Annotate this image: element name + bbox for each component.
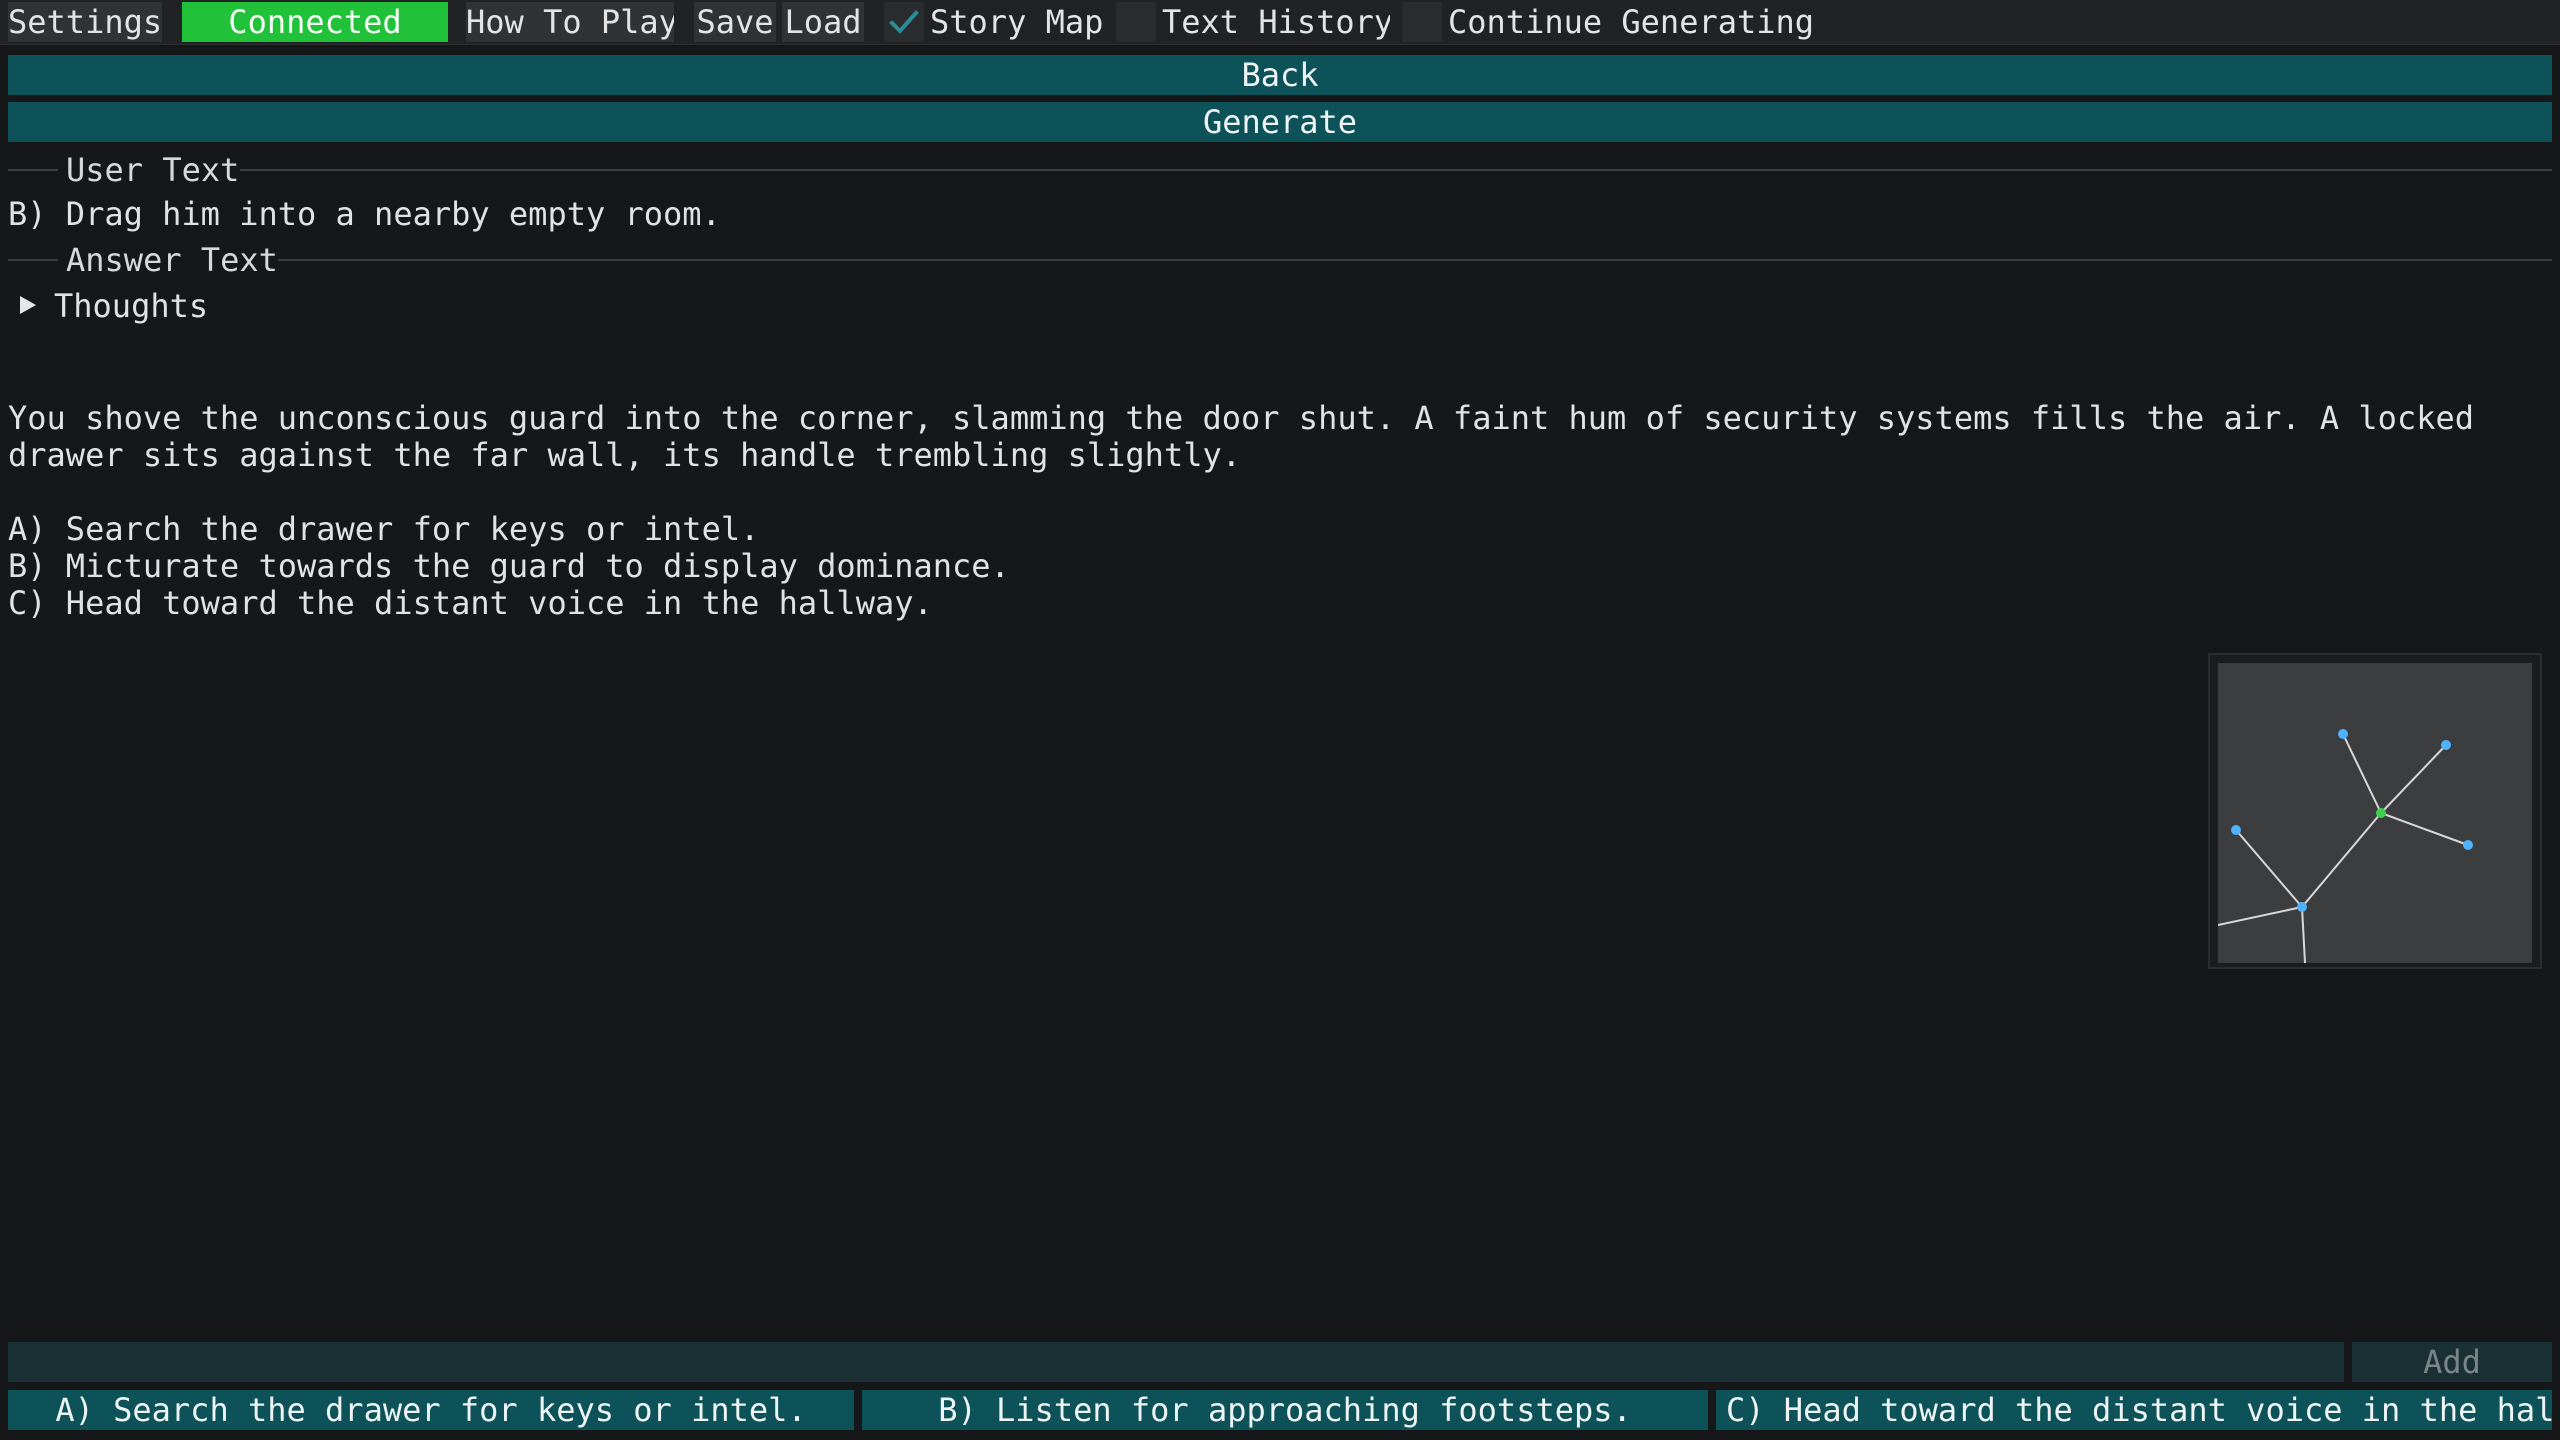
load-button[interactable]: Load [782,2,864,42]
answer-option-b: B) Micturate towards the guard to displa… [8,547,1010,585]
choice-button-c[interactable]: C) Head toward the distant voice in the … [1716,1390,2552,1430]
story-map-checkbox[interactable]: Story Map [884,2,1104,42]
checkbox-unchecked-icon [1402,2,1442,42]
connection-status-button[interactable]: Connected [182,2,448,42]
save-button[interactable]: Save [694,2,776,42]
story-map-edge [2301,906,2306,963]
user-text-separator: User Text [8,150,2552,190]
checkbox-unchecked-icon [1116,2,1156,42]
text-history-label: Text History [1162,3,1390,41]
answer-text: You shove the unconscious guard into the… [8,400,2548,622]
story-map-edge [2380,812,2469,846]
expand-triangle-icon [20,296,36,314]
answer-paragraph: You shove the unconscious guard into the… [8,399,2494,474]
story-map-canvas[interactable] [2218,663,2532,963]
story-map-current-node [2376,808,2386,818]
story-map-node [2297,902,2307,912]
answer-text-separator: Answer Text [8,240,2552,280]
answer-option-a: A) Search the drawer for keys or intel. [8,510,760,548]
story-map-edge [2342,733,2382,814]
story-map-node [2338,729,2348,739]
answer-option-c: C) Head toward the distant voice in the … [8,584,933,622]
story-map-edge [2380,744,2447,814]
continue-generating-label: Continue Generating [1448,3,1812,41]
back-button[interactable]: Back [8,55,2552,95]
story-map-node [2441,740,2451,750]
thoughts-toggle[interactable]: Thoughts [20,286,208,326]
custom-action-input[interactable] [8,1342,2344,1382]
continue-generating-checkbox[interactable]: Continue Generating [1402,2,1812,42]
top-menu-bar: Settings Connected How To Play Save Load… [0,0,2560,45]
checkbox-checked-icon [884,2,924,42]
generate-button[interactable]: Generate [8,102,2552,142]
answer-text-heading: Answer Text [66,241,278,279]
thoughts-label: Thoughts [54,287,209,325]
story-map-edge [2301,812,2382,908]
story-map-graph [2218,729,2473,963]
how-to-play-button[interactable]: How To Play [466,2,674,42]
choice-button-a[interactable]: A) Search the drawer for keys or intel. [8,1390,854,1430]
text-history-checkbox[interactable]: Text History [1116,2,1390,42]
settings-button[interactable]: Settings [8,2,162,42]
story-map-node [2463,840,2473,850]
user-text: B) Drag him into a nearby empty room. [8,195,721,233]
story-map-label: Story Map [930,3,1104,41]
story-map-node [2231,825,2241,835]
story-map-edge [2235,829,2303,908]
add-button[interactable]: Add [2352,1342,2552,1382]
story-map-panel[interactable] [2208,653,2542,969]
choice-button-b[interactable]: B) Listen for approaching footsteps. [862,1390,1708,1430]
story-map-edge [2218,906,2303,926]
user-text-heading: User Text [66,151,240,189]
